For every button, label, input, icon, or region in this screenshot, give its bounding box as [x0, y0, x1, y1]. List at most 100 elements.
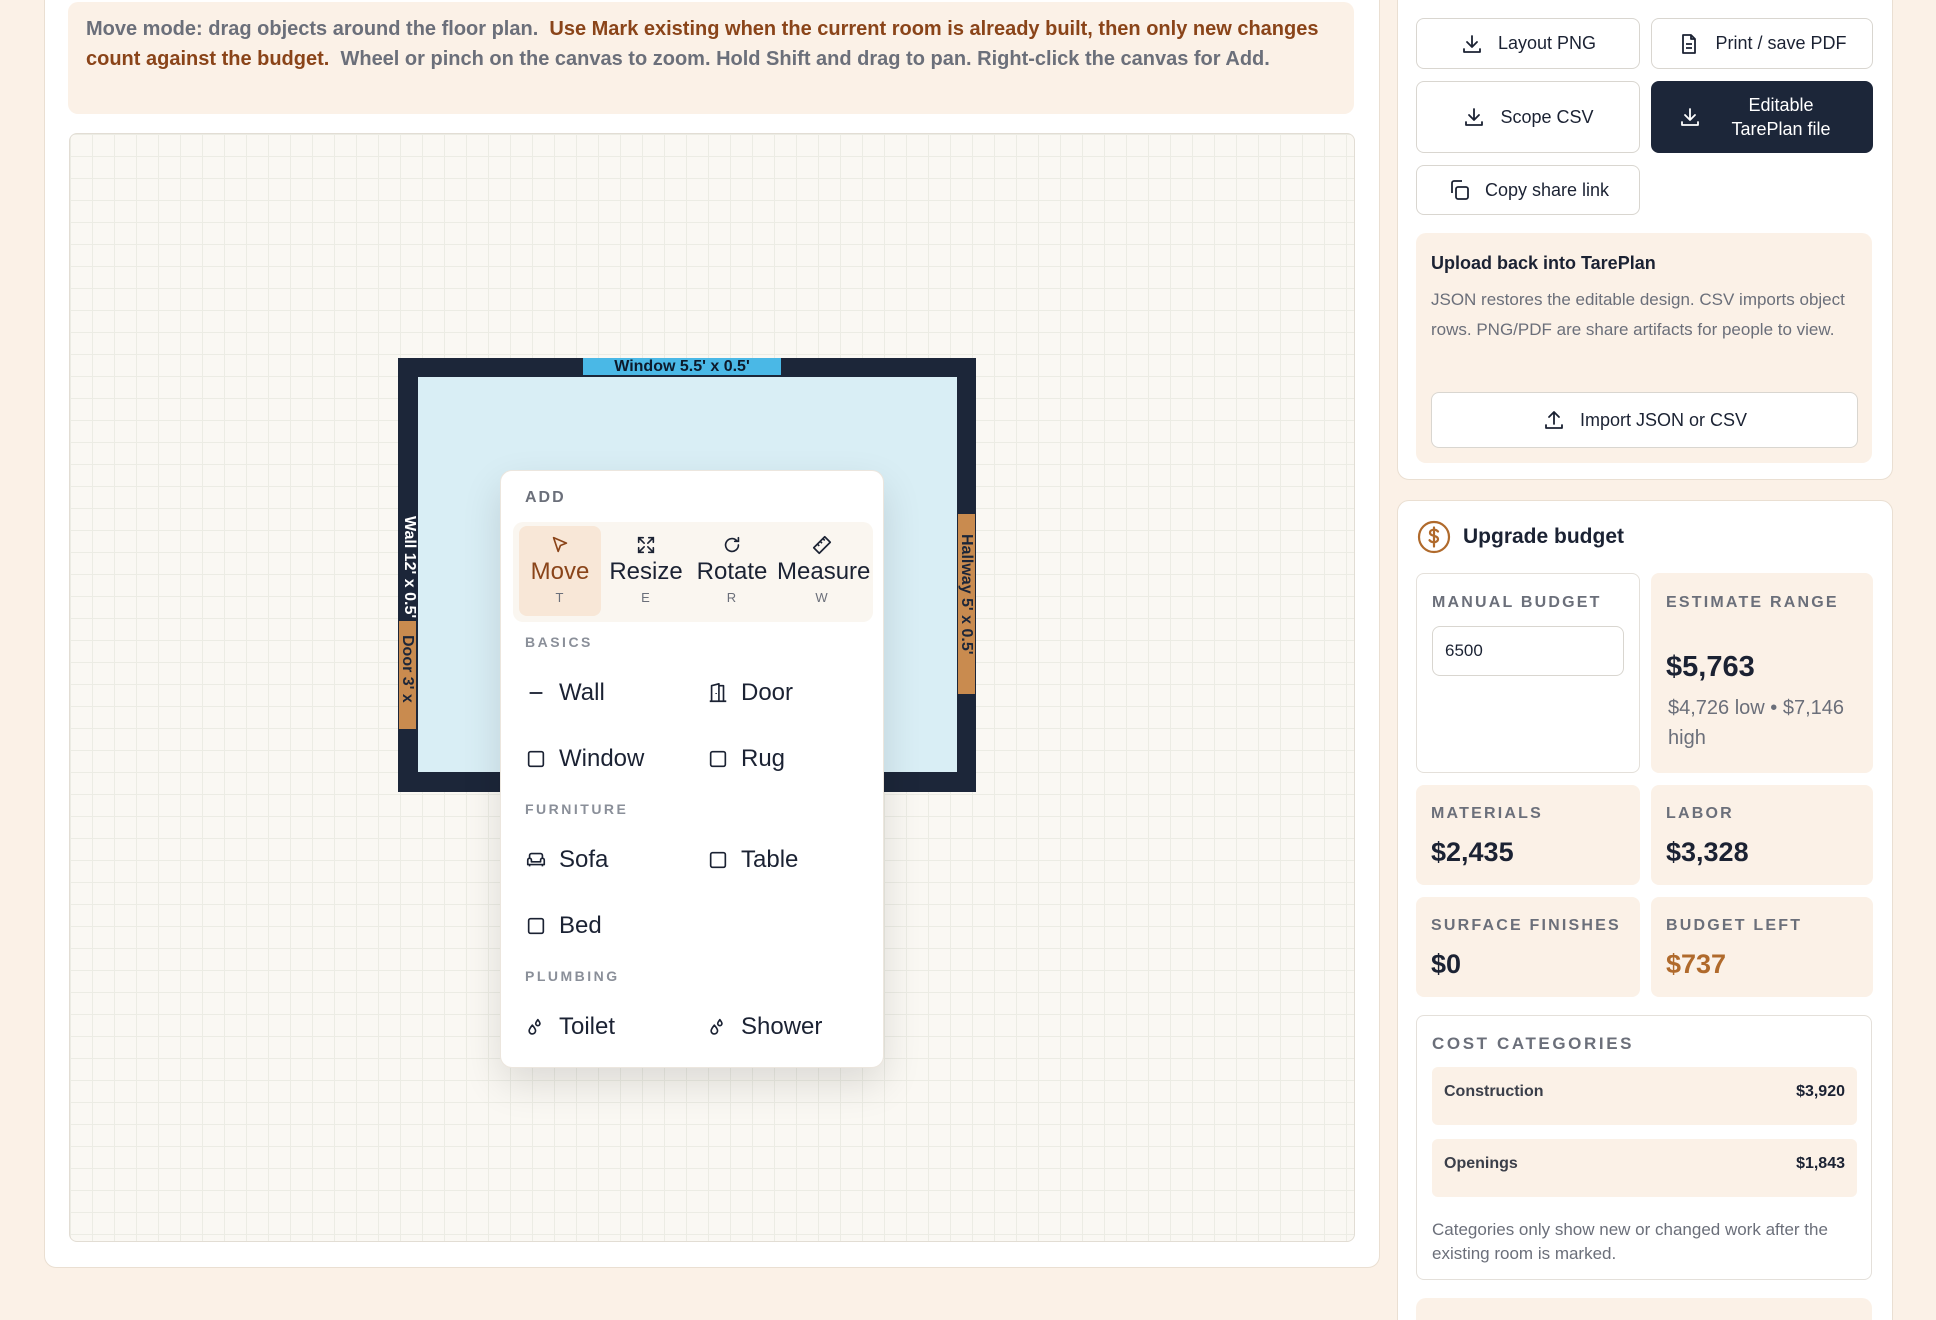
cost-categories-panel: COST CATEGORIES Construction $3,920 Open… [1416, 1015, 1872, 1280]
manual-budget-input[interactable] [1432, 626, 1624, 676]
hint-move-mode: Move mode: drag objects around the floor… [86, 18, 539, 40]
tool-resize[interactable]: Resize E [605, 526, 687, 616]
tool-resize-key: E [641, 590, 651, 605]
surface-finishes-stat: SURFACE FINISHES $0 [1416, 897, 1640, 997]
rotate-icon [724, 536, 740, 553]
scope-csv-button[interactable]: Scope CSV [1416, 81, 1640, 153]
square-icon [709, 851, 727, 869]
materials-value: $2,435 [1431, 837, 1514, 867]
category-name: Openings [1444, 1155, 1518, 1172]
square-icon [709, 750, 727, 768]
download-icon [1681, 108, 1699, 126]
section-plumbing: PLUMBING [525, 968, 620, 984]
door-object[interactable]: Door 3' x [399, 621, 416, 729]
labor-stat: LABOR $3,328 [1651, 785, 1873, 885]
section-basics: BASICS [525, 634, 593, 650]
labor-value: $3,328 [1666, 837, 1749, 867]
budget-left-stat: BUDGET LEFT $737 [1651, 897, 1873, 997]
add-table-item[interactable]: Table [707, 840, 798, 880]
tool-rotate[interactable]: Rotate R [691, 526, 773, 616]
import-json-csv-button[interactable]: Import JSON or CSV [1431, 392, 1858, 448]
download-icon [1465, 108, 1484, 126]
estimate-value: $5,763 [1666, 651, 1755, 683]
upload-title: Upload back into TarePlan [1431, 253, 1656, 273]
print-pdf-label: Print / save PDF [1715, 33, 1847, 53]
materials-stat: MATERIALS $2,435 [1416, 785, 1640, 885]
add-toilet-label: Toilet [559, 1013, 616, 1040]
sofa-icon [526, 852, 546, 867]
cost-categories-title: COST CATEGORIES [1432, 1034, 1635, 1053]
budget-title: Upgrade budget [1463, 525, 1624, 548]
manual-budget-box: MANUAL BUDGET [1416, 573, 1640, 773]
estimate-range-box: ESTIMATE RANGE $5,763 $4,726 low • $7,14… [1651, 573, 1873, 773]
add-wall-item[interactable]: Wall [525, 673, 605, 713]
tool-move-key: T [555, 590, 565, 605]
add-table-label: Table [741, 846, 799, 873]
add-context-menu: ADD Move T Resize E Rotate R Measure W B… [500, 470, 884, 1068]
surface-finishes-label: SURFACE FINISHES [1431, 917, 1621, 934]
add-window-label: Window [559, 745, 645, 772]
add-wall-label: Wall [559, 679, 605, 706]
tool-move-label: Move [530, 558, 590, 585]
add-sofa-label: Sofa [559, 846, 609, 873]
wall-object-label[interactable]: Wall 12' x 0.5' [401, 516, 417, 621]
square-icon [527, 917, 545, 935]
estimate-range-label: ESTIMATE RANGE [1666, 594, 1839, 611]
surface-finishes-value: $0 [1431, 949, 1462, 979]
manual-budget-label: MANUAL BUDGET [1432, 594, 1602, 611]
add-window-item[interactable]: Window [525, 739, 644, 779]
copy-icon [1451, 180, 1469, 200]
labor-label: LABOR [1666, 805, 1734, 822]
droplets-icon [710, 1018, 723, 1035]
upload-description: JSON restores the editable design. CSV i… [1431, 290, 1845, 339]
line-icon [529, 692, 543, 694]
tool-rotate-label: Rotate [696, 558, 768, 585]
category-value: $3,920 [1796, 1083, 1845, 1100]
section-furniture: FURNITURE [525, 801, 629, 817]
window-object[interactable]: Window 5.5' x 0.5' [583, 358, 781, 375]
droplets-icon [528, 1018, 541, 1035]
tool-move[interactable]: Move T [519, 526, 601, 616]
import-json-csv-label: Import JSON or CSV [1579, 409, 1748, 430]
ruler-icon [812, 535, 832, 555]
copy-share-link-button[interactable]: Copy share link [1416, 165, 1640, 215]
add-shower-label: Shower [741, 1013, 823, 1040]
next-panel [1416, 1298, 1872, 1320]
add-door-label: Door [741, 679, 794, 706]
dollar-circle-icon [1417, 520, 1451, 554]
add-menu-title: ADD [525, 489, 566, 506]
print-pdf-button[interactable]: Print / save PDF [1651, 18, 1873, 69]
materials-label: MATERIALS [1431, 805, 1543, 822]
mode-hint-banner: Move mode: drag objects around the floor… [68, 2, 1354, 114]
copy-share-link-label: Copy share link [1484, 179, 1610, 200]
upload-icon [1545, 411, 1563, 429]
download-icon [1463, 34, 1481, 53]
category-row: Construction $3,920 [1432, 1067, 1857, 1125]
estimate-low-high: $4,726 low • $7,146 high [1668, 697, 1845, 749]
category-row: Openings $1,843 [1432, 1139, 1857, 1197]
add-door-item[interactable]: Door [707, 673, 793, 713]
scope-csv-label: Scope CSV [1500, 106, 1594, 127]
budget-left-label: BUDGET LEFT [1666, 917, 1803, 934]
tool-measure-label: Measure [777, 558, 871, 585]
editable-file-label: Editable TarePlan file [1731, 95, 1831, 139]
cursor-icon [552, 536, 568, 553]
editable-file-button[interactable]: Editable TarePlan file [1651, 81, 1873, 153]
tool-resize-label: Resize [609, 558, 683, 585]
hint-navigation: Wheel or pinch on the canvas to zoom. Ho… [340, 48, 1270, 70]
categories-note: Categories only show new or changed work… [1432, 1220, 1828, 1263]
add-bed-item[interactable]: Bed [525, 906, 602, 946]
tool-measure-key: W [815, 590, 829, 605]
tool-rotate-key: R [726, 590, 738, 605]
add-toilet-item[interactable]: Toilet [525, 1007, 615, 1047]
resize-icon [637, 536, 655, 554]
add-rug-item[interactable]: Rug [707, 739, 785, 779]
add-sofa-item[interactable]: Sofa [525, 840, 608, 880]
hallway-object[interactable]: Hallway 5' x 0.5' [958, 514, 975, 694]
add-shower-item[interactable]: Shower [707, 1007, 822, 1047]
layout-png-button[interactable]: Layout PNG [1416, 18, 1640, 69]
square-icon [527, 750, 545, 768]
tool-measure[interactable]: Measure W [777, 526, 871, 616]
layout-png-label: Layout PNG [1497, 33, 1597, 53]
add-rug-label: Rug [741, 745, 786, 772]
